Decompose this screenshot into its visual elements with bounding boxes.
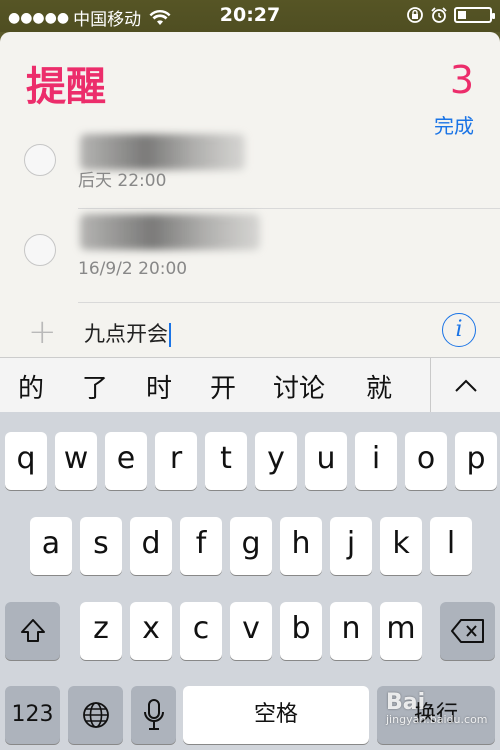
plus-icon: + bbox=[28, 312, 57, 352]
divider bbox=[78, 208, 500, 209]
candidate-bar: 的 了 时 开 讨论 就 bbox=[0, 357, 500, 414]
key-a[interactable]: a bbox=[30, 517, 72, 575]
reminders-list-card: 提醒 3 完成 后天 22:00 16/9/2 20:00 + 九点开会 i bbox=[0, 32, 500, 357]
shift-icon bbox=[20, 619, 45, 642]
dictation-key[interactable] bbox=[131, 686, 176, 744]
key-r[interactable]: r bbox=[155, 432, 197, 490]
globe-key[interactable] bbox=[68, 686, 123, 744]
key-w[interactable]: w bbox=[55, 432, 97, 490]
new-reminder-text: 九点开会 bbox=[84, 322, 168, 346]
divider bbox=[430, 358, 431, 413]
text-cursor bbox=[169, 323, 171, 347]
list-title: 提醒 bbox=[26, 64, 106, 110]
key-o[interactable]: o bbox=[405, 432, 447, 490]
candidate-word[interactable]: 了 bbox=[82, 368, 108, 405]
backspace-icon bbox=[450, 619, 484, 643]
watermark-brand: Bai bbox=[386, 690, 426, 715]
key-s[interactable]: s bbox=[80, 517, 122, 575]
new-reminder-row[interactable]: + 九点开会 i bbox=[0, 312, 500, 357]
key-x[interactable]: x bbox=[130, 602, 172, 660]
key-e[interactable]: e bbox=[105, 432, 147, 490]
space-key[interactable]: 空格 bbox=[183, 686, 369, 744]
baidu-watermark: Bai jingyan.baidu.com bbox=[386, 690, 488, 726]
orientation-lock-icon bbox=[407, 7, 423, 23]
candidate-word[interactable]: 开 bbox=[210, 368, 236, 405]
key-t[interactable]: t bbox=[205, 432, 247, 490]
candidate-word[interactable]: 时 bbox=[146, 368, 172, 405]
key-c[interactable]: c bbox=[180, 602, 222, 660]
candidate-word[interactable]: 的 bbox=[18, 368, 44, 405]
completed-count: 3 bbox=[449, 58, 474, 102]
key-q[interactable]: q bbox=[5, 432, 47, 490]
microphone-icon bbox=[143, 699, 164, 730]
key-u[interactable]: u bbox=[305, 432, 347, 490]
redacted-title bbox=[80, 134, 245, 170]
delete-key[interactable] bbox=[440, 602, 495, 660]
key-g[interactable]: g bbox=[230, 517, 272, 575]
info-icon[interactable]: i bbox=[442, 313, 476, 347]
battery-icon bbox=[454, 7, 495, 23]
key-b[interactable]: b bbox=[280, 602, 322, 660]
shift-key[interactable] bbox=[5, 602, 60, 660]
done-button[interactable]: 完成 bbox=[434, 110, 474, 139]
new-reminder-input[interactable]: 九点开会 bbox=[84, 318, 171, 348]
complete-checkbox[interactable] bbox=[24, 144, 56, 176]
numbers-key[interactable]: 123 bbox=[5, 686, 60, 744]
candidate-word[interactable]: 就 bbox=[366, 368, 392, 405]
globe-icon bbox=[82, 702, 109, 728]
key-y[interactable]: y bbox=[255, 432, 297, 490]
key-z[interactable]: z bbox=[80, 602, 122, 660]
status-bar: ●●●●● 中国移动 20:27 bbox=[0, 0, 500, 32]
complete-checkbox[interactable] bbox=[24, 234, 56, 266]
alarm-icon bbox=[431, 7, 447, 23]
key-i[interactable]: i bbox=[355, 432, 397, 490]
redacted-title bbox=[80, 214, 260, 250]
reminder-date: 后天 22:00 bbox=[78, 171, 167, 191]
key-l[interactable]: l bbox=[430, 517, 472, 575]
key-f[interactable]: f bbox=[180, 517, 222, 575]
key-v[interactable]: v bbox=[230, 602, 272, 660]
reminder-date: 16/9/2 20:00 bbox=[78, 259, 188, 279]
key-h[interactable]: h bbox=[280, 517, 322, 575]
key-n[interactable]: n bbox=[330, 602, 372, 660]
key-d[interactable]: d bbox=[130, 517, 172, 575]
candidate-word[interactable]: 讨论 bbox=[273, 368, 325, 405]
watermark-url: jingyan.baidu.com bbox=[386, 713, 488, 726]
key-m[interactable]: m bbox=[380, 602, 422, 660]
chevron-up-icon[interactable] bbox=[452, 372, 480, 400]
key-p[interactable]: p bbox=[455, 432, 497, 490]
key-j[interactable]: j bbox=[330, 517, 372, 575]
divider bbox=[78, 302, 500, 303]
key-k[interactable]: k bbox=[380, 517, 422, 575]
